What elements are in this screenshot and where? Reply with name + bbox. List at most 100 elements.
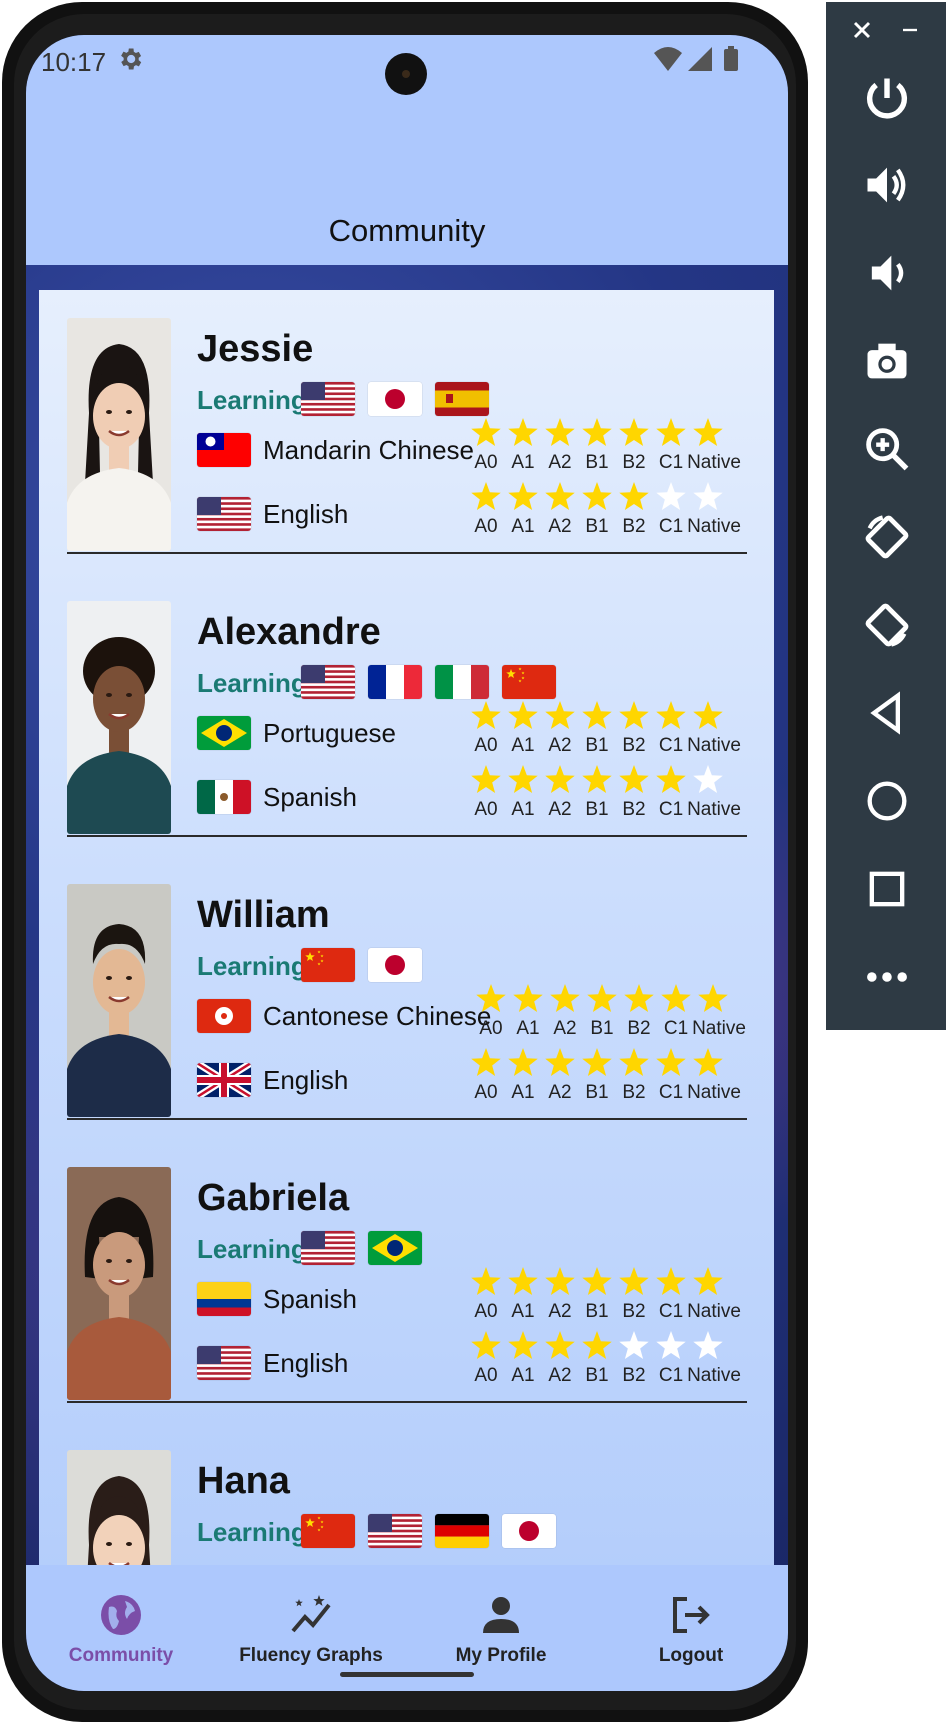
home-icon[interactable] [861, 775, 913, 827]
native-language-row: Spanish [197, 780, 497, 820]
user-card[interactable]: William Learning Cantonese Chinese A0 A1 A2 B1… [39, 856, 774, 1140]
flag-china-icon [502, 665, 556, 699]
flag-usa-icon [368, 1514, 422, 1548]
star-filled-icon [619, 482, 649, 511]
star-filled-icon [545, 482, 575, 511]
language-label: English [263, 1065, 349, 1095]
level-label: A0 [479, 1018, 503, 1039]
level-label: A0 [474, 452, 498, 473]
level-label: B1 [585, 1301, 609, 1322]
user-name: Jessie [197, 328, 314, 370]
volume-up-icon[interactable] [861, 159, 913, 211]
camera-icon[interactable] [861, 335, 913, 387]
rotate-right-icon[interactable] [861, 599, 913, 651]
user-card[interactable]: Alexandre Learning Portuguese A0 A1 A2 B1 B2 C1 N… [39, 573, 774, 857]
flag-brazil-icon [197, 716, 251, 750]
star-filled-icon [582, 701, 612, 730]
language-label: English [263, 1348, 349, 1378]
zoom-icon[interactable] [861, 423, 913, 475]
level-label: Native [687, 452, 741, 473]
front-camera [385, 53, 427, 95]
user-photo[interactable] [67, 884, 171, 1117]
community-list[interactable]: Jessie Learning Mandarin Chinese A0 A1 A2 B1 B2… [39, 290, 774, 1605]
level-label: B2 [622, 1365, 646, 1386]
native-language-row: Mandarin Chinese [197, 433, 497, 473]
native-language-row: English [197, 1346, 497, 1386]
level-label: A1 [511, 516, 535, 537]
star-filled-icon [545, 1331, 575, 1360]
star-filled-icon [656, 1267, 686, 1296]
star-filled-icon [508, 1331, 538, 1360]
user-name: Hana [197, 1460, 290, 1502]
level-label: A1 [511, 1301, 535, 1322]
star-filled-icon [693, 418, 723, 447]
power-icon[interactable] [861, 72, 913, 124]
user-name: William [197, 894, 330, 936]
user-name: Alexandre [197, 611, 381, 653]
star-empty-icon [693, 1331, 723, 1360]
native-language-row: English [197, 497, 497, 537]
flag-uk-icon [197, 1063, 251, 1097]
nav-tab-community[interactable]: Community [26, 1565, 216, 1691]
level-label: Native [687, 735, 741, 756]
user-photo[interactable] [67, 318, 171, 551]
level-label: A0 [474, 516, 498, 537]
fluency-rating: A0 A1 A2 B1 B2 C1 Native [470, 764, 741, 820]
flag-japan-icon [502, 1514, 556, 1548]
learning-label: Learning [197, 385, 307, 415]
logout-icon [673, 1597, 710, 1633]
star-filled-icon [508, 418, 538, 447]
volume-down-icon[interactable] [861, 247, 913, 299]
status-bar: 10:17 [26, 35, 788, 95]
more-icon[interactable] [861, 951, 913, 1003]
user-card[interactable]: Gabriela Learning Spanish A0 A1 A2 B1 B2 C1 Nativ… [39, 1139, 774, 1423]
learning-label: Learning [197, 1234, 307, 1264]
flag-spain-icon [435, 382, 489, 416]
user-photo[interactable] [67, 601, 171, 834]
star-filled-icon [619, 1048, 649, 1077]
level-label: B2 [622, 799, 646, 820]
language-label: Cantonese Chinese [263, 1001, 492, 1031]
close-icon[interactable] [848, 16, 876, 44]
star-filled-icon [698, 984, 728, 1013]
star-filled-icon [582, 765, 612, 794]
user-card[interactable]: Jessie Learning Mandarin Chinese A0 A1 A2 B1 B2… [39, 290, 774, 574]
star-filled-icon [582, 482, 612, 511]
star-filled-icon [471, 1331, 501, 1360]
star-filled-icon [693, 1048, 723, 1077]
rotate-left-icon[interactable] [861, 511, 913, 563]
level-label: Native [687, 799, 741, 820]
nav-label: Community [68, 1645, 174, 1666]
level-label: B1 [585, 735, 609, 756]
minimize-icon[interactable] [896, 16, 924, 44]
fluency-rating: A0 A1 A2 B1 B2 C1 Native [470, 700, 741, 756]
level-label: B1 [590, 1018, 614, 1039]
flag-usa-icon [301, 665, 355, 699]
nav-tab-logout[interactable]: Logout [596, 1565, 786, 1691]
level-label: A2 [548, 1301, 572, 1322]
level-label: A2 [548, 452, 572, 473]
level-label: A0 [474, 735, 498, 756]
nav-label: Logout [658, 1645, 724, 1666]
fluency-rating: A0 A1 A2 B1 B2 C1 Native [475, 983, 746, 1039]
settings-gear-icon [121, 48, 142, 70]
native-language-row: Spanish [197, 1282, 497, 1322]
back-icon[interactable] [861, 687, 913, 739]
star-filled-icon [545, 701, 575, 730]
star-filled-icon [656, 1048, 686, 1077]
star-filled-icon [550, 984, 580, 1013]
level-label: B2 [622, 516, 646, 537]
overview-icon[interactable] [861, 863, 913, 915]
star-filled-icon [582, 1048, 612, 1077]
star-empty-icon [693, 482, 723, 511]
flag-usa-icon [197, 497, 251, 531]
star-empty-icon [619, 1331, 649, 1360]
level-label: A2 [553, 1018, 577, 1039]
level-label: B1 [585, 1082, 609, 1103]
star-filled-icon [656, 701, 686, 730]
wifi-icon [654, 47, 682, 71]
level-label: B1 [585, 1365, 609, 1386]
user-photo[interactable] [67, 1167, 171, 1400]
learning-label: Learning [197, 1517, 307, 1547]
home-indicator[interactable] [340, 1672, 474, 1677]
